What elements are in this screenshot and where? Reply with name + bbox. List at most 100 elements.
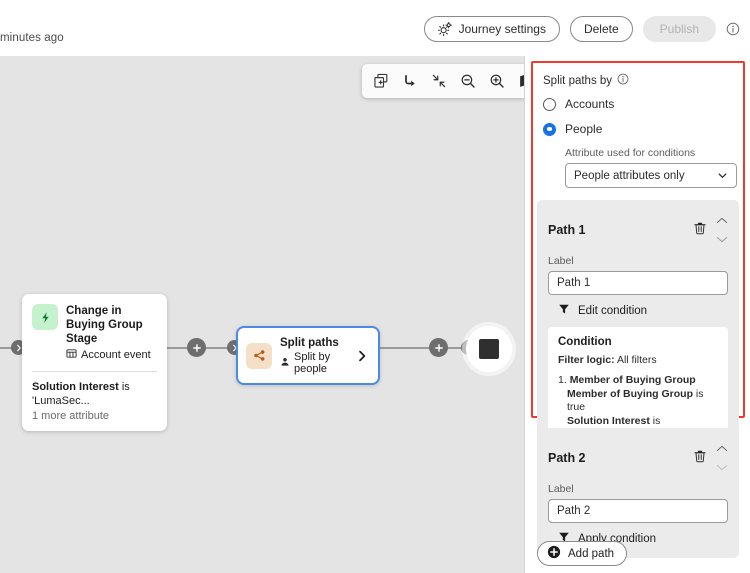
path-2-reorder-control[interactable] [716, 439, 728, 476]
path-2-delete-button[interactable] [693, 449, 707, 466]
filter-icon [558, 303, 570, 318]
event-node-attribute: Solution Interest is 'LumaSec... [32, 380, 157, 408]
add-step-button-2[interactable] [429, 338, 448, 357]
add-step-button-1[interactable] [187, 338, 206, 357]
condition-filter-logic: Filter logic: All filters [558, 354, 718, 366]
condition-rule-2-field: Solution Interest [567, 414, 650, 427]
path-1-label-value: Path 1 [557, 277, 591, 289]
path-1-edit-condition-button[interactable]: Edit condition [558, 303, 728, 318]
split-node-subtitle-row: Split by people [280, 351, 348, 375]
attribute-select-value: People attributes only [574, 169, 685, 182]
split-paths-by-label: Split paths by [543, 74, 613, 87]
publish-label: Publish [659, 22, 699, 36]
chevron-up-icon[interactable] [716, 439, 728, 457]
path-1-reorder-control[interactable] [716, 211, 728, 248]
event-node-title: Change in Buying Group Stage [66, 305, 143, 345]
split-node-text: Split paths Split by people [280, 336, 348, 375]
path-2-label-caption: Label [548, 483, 574, 495]
path-1-label-caption: Label [548, 255, 574, 267]
path-2-header: Path 2 [548, 439, 728, 476]
attribute-field-label: Attribute used for conditions [565, 147, 696, 159]
condition-item-number: 1. [558, 374, 567, 386]
radio-people-label: People [565, 122, 603, 136]
end-node[interactable] [479, 339, 499, 359]
header-actions: Journey settings Delete Publish [423, 16, 740, 42]
path-2-label-input[interactable]: Path 2 [548, 499, 728, 523]
journey-settings-button[interactable]: Journey settings [423, 16, 560, 42]
event-node-type-label: Account event [81, 349, 151, 361]
fit-to-screen-icon [431, 73, 447, 89]
split-node-expand-icon[interactable] [356, 350, 370, 362]
path-1-edit-condition-label: Edit condition [578, 304, 648, 317]
plus-circle-icon [547, 545, 561, 562]
zoom-in-icon [489, 73, 505, 89]
attribute-select[interactable]: People attributes only [565, 163, 737, 188]
add-path-button[interactable]: Add path [537, 541, 628, 566]
publish-button: Publish [642, 16, 716, 42]
radio-option-accounts[interactable]: Accounts [543, 97, 733, 111]
split-paths-icon [246, 342, 272, 369]
event-bolt-icon [32, 304, 58, 330]
event-node-attribute-name: Solution Interest [32, 381, 119, 393]
person-icon [280, 357, 290, 370]
path-2-label-value: Path 2 [557, 505, 591, 517]
trash-icon [693, 449, 707, 466]
condition-filter-logic-label: Filter logic: [558, 354, 615, 366]
event-node-header: Change in Buying Group Stage Account eve… [32, 304, 157, 362]
duplicate-icon-button[interactable] [366, 66, 395, 96]
attribute-field-group: Attribute used for conditions People att… [565, 147, 737, 188]
event-node-card[interactable]: Change in Buying Group Stage Account eve… [22, 294, 167, 431]
path-card-2: Path 2 Label Path 2 Apply condition [537, 428, 739, 558]
zoom-out-icon-button[interactable] [453, 66, 482, 96]
zoom-in-icon-button[interactable] [482, 66, 511, 96]
last-saved-timestamp: minutes ago [0, 32, 64, 44]
radio-people-indicator [543, 122, 556, 136]
undo-icon-button[interactable] [395, 66, 424, 96]
condition-filter-logic-value: All filters [616, 354, 657, 366]
duplicate-icon [373, 73, 389, 89]
condition-item-1: 1. Member of Buying Group [558, 374, 718, 388]
split-node-subtitle: Split by people [294, 351, 331, 375]
split-paths-by-section: Split paths by Accounts People Attribute… [533, 63, 743, 202]
zoom-out-icon [460, 73, 476, 89]
condition-heading: Condition [558, 336, 612, 348]
event-node-more-attributes: 1 more attribute [32, 410, 110, 422]
delete-label: Delete [583, 22, 619, 36]
split-node-row: Split paths Split by people [246, 336, 370, 375]
condition-rule-1-field: Member of Buying Group [567, 387, 693, 400]
journey-builder-app: minutes ago Journey settings Delete Publ [0, 0, 750, 573]
path-1-title: Path 1 [548, 222, 586, 237]
event-node-text: Change in Buying Group Stage Account eve… [66, 304, 157, 362]
event-node-divider [32, 371, 157, 372]
canvas-toolbar [362, 64, 544, 98]
chevron-down-icon[interactable] [716, 458, 728, 476]
fit-to-screen-icon-button[interactable] [424, 66, 453, 96]
chevron-down-icon[interactable] [716, 230, 728, 248]
condition-rule-1: Member of Buying Group is true [567, 388, 718, 415]
path-1-label-input[interactable]: Path 1 [548, 271, 728, 295]
journey-settings-label: Journey settings [458, 22, 546, 36]
path-1-header: Path 1 [548, 211, 728, 248]
radio-option-people[interactable]: People [543, 122, 733, 136]
path-2-actions [693, 439, 728, 476]
path-1-delete-button[interactable] [693, 221, 707, 238]
path-1-actions [693, 211, 728, 248]
info-icon[interactable] [726, 22, 740, 36]
radio-accounts-label: Accounts [565, 97, 615, 111]
chevron-up-icon[interactable] [716, 211, 728, 229]
gear-icon [437, 21, 452, 37]
undo-icon [402, 73, 418, 89]
radio-accounts-indicator [543, 97, 556, 111]
split-node-title: Split paths [280, 337, 339, 349]
split-paths-by-label-row: Split paths by [543, 73, 733, 88]
event-node-type-row: Account event [66, 348, 157, 362]
trash-icon [693, 221, 707, 238]
split-paths-node-card[interactable]: Split paths Split by people [236, 326, 380, 385]
split-paths-info-icon[interactable] [617, 73, 629, 88]
path-2-title: Path 2 [548, 450, 586, 465]
top-header-bar: minutes ago Journey settings Delete Publ [0, 0, 750, 56]
account-event-icon [66, 348, 77, 362]
condition-item-title: Member of Buying Group [569, 374, 696, 386]
delete-button[interactable]: Delete [569, 16, 633, 42]
chevron-down-icon [717, 170, 728, 181]
